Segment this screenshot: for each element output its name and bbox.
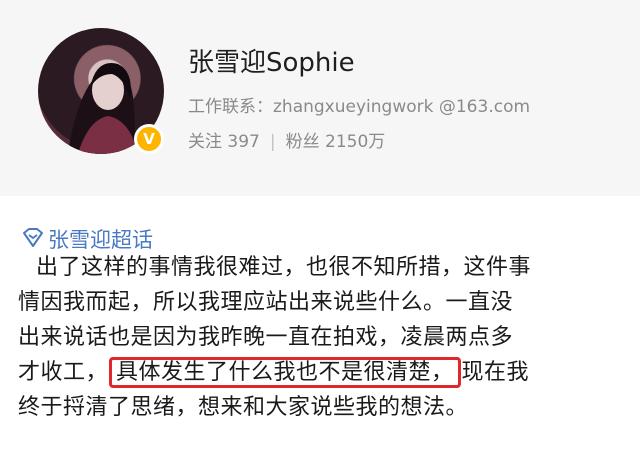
verified-badge-icon: V [134, 124, 164, 154]
highlighted-sentence: 具体发生了什么我也不是很清楚， [109, 357, 461, 388]
profile-contact: 工作联系：zhangxueyingwork @163.com [188, 97, 531, 117]
post-line-1: 出了这样的事情我很难过，也很不知所措，这件事 [36, 255, 532, 280]
post-line-5: 终于捋清了思绪，想来和大家说些我的想法。 [18, 395, 469, 420]
profile-name[interactable]: 张雪迎Sophie [188, 42, 355, 79]
verified-badge-glyph: V [143, 130, 155, 148]
stats-separator: | [269, 132, 276, 152]
post-text: 出了这样的事情我很难过，也很不知所措，这件事 情因我而起，所以我理应站出来说些什… [18, 250, 630, 425]
post-line-4-after: 现在我 [461, 360, 530, 385]
post-line-4-before: 才收工， [18, 360, 109, 385]
profile-card: V 张雪迎Sophie 工作联系：zhangxueyingwork @163.c… [0, 0, 640, 196]
following-count[interactable]: 关注 397 [188, 132, 260, 152]
followers-count[interactable]: 粉丝 2150万 [286, 132, 386, 152]
post-line-2: 情因我而起，所以我理应站出来说些什么。一直没 [18, 290, 514, 315]
diamond-topic-icon [23, 228, 43, 247]
post-line-3: 出来说话也是因为我昨晚一直在拍戏，凌晨两点多 [18, 325, 514, 350]
post-line-4: 才收工， 具体发生了什么我也不是很清楚， 现在我 [18, 355, 630, 390]
avatar-wrap[interactable]: V [38, 28, 164, 154]
profile-stats: 关注 397 | 粉丝 2150万 [188, 127, 385, 152]
